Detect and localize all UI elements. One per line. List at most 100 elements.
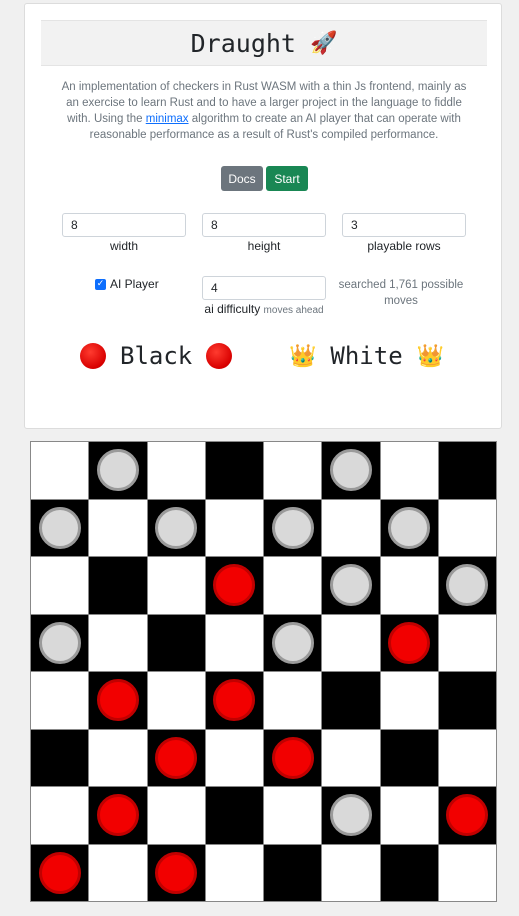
height-input[interactable]: 8 — [202, 213, 326, 237]
board-square[interactable] — [264, 442, 322, 499]
board-square[interactable] — [264, 787, 322, 844]
black-piece[interactable] — [155, 851, 198, 894]
white-piece[interactable] — [155, 506, 198, 549]
board-square[interactable] — [89, 729, 147, 786]
width-input[interactable]: 8 — [62, 213, 186, 237]
board-square[interactable] — [264, 557, 322, 614]
black-piece[interactable] — [96, 794, 139, 837]
board-square[interactable] — [322, 787, 380, 844]
board-square[interactable] — [205, 729, 263, 786]
minimax-link[interactable]: minimax — [146, 113, 189, 125]
ai-player-toggle[interactable]: ✓ AI Player — [95, 277, 159, 291]
white-piece[interactable] — [329, 564, 372, 607]
board-square[interactable] — [89, 557, 147, 614]
board-square[interactable] — [31, 844, 89, 901]
board-square[interactable] — [31, 729, 89, 786]
board-square[interactable] — [89, 787, 147, 844]
board-square[interactable] — [322, 672, 380, 729]
white-player-label: White — [330, 342, 403, 370]
board-square[interactable] — [322, 844, 380, 901]
board-square[interactable] — [147, 442, 205, 499]
board-square[interactable] — [438, 442, 496, 499]
docs-button[interactable]: Docs — [221, 166, 263, 191]
black-piece[interactable] — [213, 564, 256, 607]
white-piece[interactable] — [38, 506, 81, 549]
board-square[interactable] — [438, 844, 496, 901]
playable-rows-label: playable rows — [367, 239, 441, 253]
black-piece[interactable] — [388, 621, 431, 664]
white-piece[interactable] — [38, 621, 81, 664]
board-square[interactable] — [380, 844, 438, 901]
search-status: searched 1,761 possible moves — [338, 279, 464, 307]
black-piece[interactable] — [38, 851, 81, 894]
board-square[interactable] — [380, 442, 438, 499]
board-square[interactable] — [31, 557, 89, 614]
board-square[interactable] — [147, 499, 205, 556]
black-piece[interactable] — [155, 736, 198, 779]
playable-rows-input[interactable]: 3 — [342, 213, 466, 237]
checkers-board[interactable] — [30, 441, 497, 902]
white-piece[interactable] — [329, 449, 372, 492]
black-player-indicator: Black — [80, 338, 233, 374]
board-square[interactable] — [89, 614, 147, 671]
board-square[interactable] — [31, 787, 89, 844]
board-square[interactable] — [380, 672, 438, 729]
black-piece[interactable] — [446, 794, 489, 837]
checkbox-icon[interactable]: ✓ — [95, 278, 106, 290]
board-square[interactable] — [147, 614, 205, 671]
board-square[interactable] — [380, 499, 438, 556]
white-piece[interactable] — [271, 621, 314, 664]
board-square[interactable] — [147, 787, 205, 844]
board-square[interactable] — [380, 787, 438, 844]
description: An implementation of checkers in Rust WA… — [55, 79, 473, 143]
board-square[interactable] — [89, 499, 147, 556]
board-square[interactable] — [89, 844, 147, 901]
board-square[interactable] — [438, 557, 496, 614]
board-square[interactable] — [322, 729, 380, 786]
black-piece[interactable] — [213, 679, 256, 722]
ai-difficulty-input[interactable]: 4 — [202, 276, 326, 300]
board-square[interactable] — [264, 729, 322, 786]
board-square[interactable] — [147, 557, 205, 614]
board-square[interactable] — [31, 442, 89, 499]
board-square[interactable] — [322, 499, 380, 556]
board-square[interactable] — [264, 844, 322, 901]
board-square[interactable] — [380, 614, 438, 671]
black-piece[interactable] — [271, 736, 314, 779]
board-square[interactable] — [205, 787, 263, 844]
board-square[interactable] — [264, 614, 322, 671]
board-square[interactable] — [205, 499, 263, 556]
white-piece[interactable] — [388, 506, 431, 549]
board-square[interactable] — [205, 614, 263, 671]
board-square[interactable] — [89, 672, 147, 729]
board-square[interactable] — [322, 557, 380, 614]
board-square[interactable] — [264, 672, 322, 729]
white-piece[interactable] — [96, 449, 139, 492]
board-square[interactable] — [380, 557, 438, 614]
board-square[interactable] — [147, 729, 205, 786]
board-square[interactable] — [31, 672, 89, 729]
board-square[interactable] — [438, 672, 496, 729]
board-square[interactable] — [264, 499, 322, 556]
white-piece[interactable] — [446, 564, 489, 607]
white-piece[interactable] — [271, 506, 314, 549]
board-square[interactable] — [205, 557, 263, 614]
board-square[interactable] — [31, 499, 89, 556]
white-piece[interactable] — [329, 794, 372, 837]
board-square[interactable] — [438, 729, 496, 786]
board-square[interactable] — [438, 614, 496, 671]
board-square[interactable] — [438, 499, 496, 556]
board-square[interactable] — [147, 844, 205, 901]
board-square[interactable] — [322, 614, 380, 671]
board-square[interactable] — [322, 442, 380, 499]
board-square[interactable] — [31, 614, 89, 671]
board-square[interactable] — [438, 787, 496, 844]
start-button[interactable]: Start — [266, 166, 308, 191]
board-square[interactable] — [380, 729, 438, 786]
black-piece[interactable] — [96, 679, 139, 722]
board-square[interactable] — [147, 672, 205, 729]
board-square[interactable] — [89, 442, 147, 499]
board-square[interactable] — [205, 672, 263, 729]
board-square[interactable] — [205, 442, 263, 499]
board-square[interactable] — [205, 844, 263, 901]
